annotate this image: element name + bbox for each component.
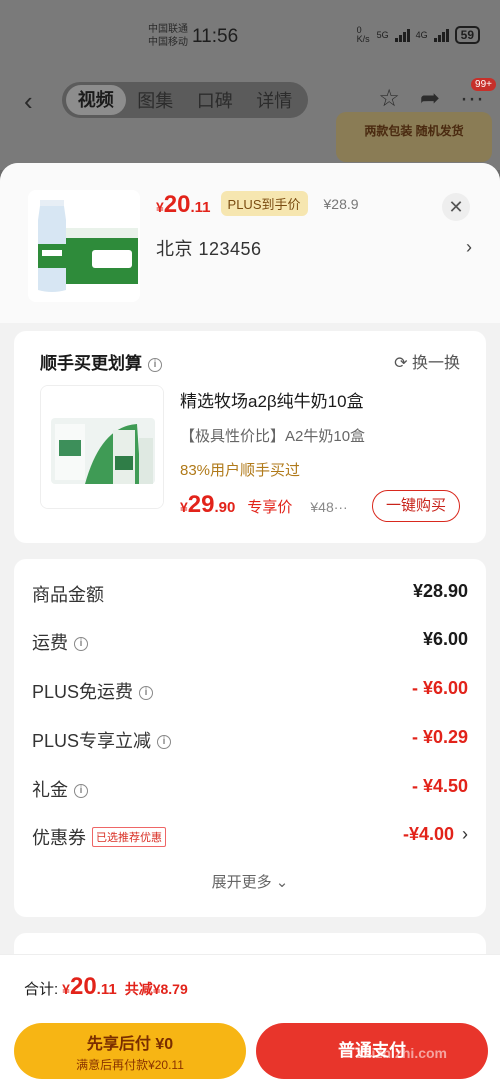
product-summary: ¥20.11 PLUS到手价 ¥28.9 北京 123456 › xyxy=(0,163,500,323)
signal-icon xyxy=(394,28,410,42)
watermark-logo: zhizhizhi.com xyxy=(356,1045,447,1061)
pay-later-button[interactable]: 先享后付 ¥0 满意后再付款¥20.11 xyxy=(14,1023,246,1079)
tab-reviews[interactable]: 口碑 xyxy=(185,87,245,113)
payment-bar: 合计: ¥20.11 共减¥8.79 先享后付 ¥0 满意后再付款¥20.11 … xyxy=(0,954,500,1083)
product-price: ¥20.11 xyxy=(156,191,211,218)
status-bar: 中国联通 中国移动 11:56 0 K/s 5G 4G 59 xyxy=(0,20,500,56)
bundle-price: ¥29.90 xyxy=(180,491,236,518)
net-type-2: 4G xyxy=(415,30,428,40)
net-type-1: 5G xyxy=(376,30,389,40)
one-click-buy-button[interactable]: 一键购买 xyxy=(372,490,460,522)
bundle-purchase-stat: 83%用户顺手买过 xyxy=(180,462,301,479)
pay-later-label: 先享后付 ¥0 xyxy=(86,1036,174,1053)
refresh-icon: ⟳ xyxy=(394,355,408,372)
chevron-down-icon: ⌄ xyxy=(275,874,289,891)
tab-video[interactable]: 视频 xyxy=(66,85,126,115)
clock: 11:56 xyxy=(192,26,239,47)
info-icon[interactable]: i xyxy=(148,357,162,372)
tab-details[interactable]: 详情 xyxy=(245,87,305,113)
row-goods-amount: 商品金额 ¥28.90 xyxy=(32,581,468,605)
row-shipping: 运费 i ¥6.00 xyxy=(32,629,468,653)
product-thumbnail xyxy=(28,190,140,302)
exclusive-price-label: 专享价 xyxy=(247,499,293,516)
bundle-product-name[interactable]: 精选牧场a2β纯牛奶10盒 xyxy=(180,387,364,412)
star-icon[interactable]: ☆ xyxy=(378,84,400,113)
bundle-original-price: ¥48··· xyxy=(310,499,348,515)
original-price: ¥28.9 xyxy=(323,196,359,212)
row-plus-free-shipping: PLUS免运费 i - ¥6.00 xyxy=(32,678,468,702)
chevron-right-icon[interactable]: › xyxy=(466,237,472,258)
share-icon[interactable]: ➦ xyxy=(420,84,440,113)
info-icon[interactable]: i xyxy=(74,784,88,799)
tab-gallery[interactable]: 图集 xyxy=(126,87,186,113)
product-price-row: ¥20.11 PLUS到手价 ¥28.9 xyxy=(156,191,359,219)
price-breakdown-card: 商品金额 ¥28.90 运费 i ¥6.00 PLUS免运费 i - ¥6.00 P… xyxy=(14,559,486,917)
order-sheet: ¥20.11 PLUS到手价 ¥28.9 北京 123456 › ✕ 顺手买更划… xyxy=(0,163,500,1083)
refresh-button[interactable]: ⟳ 换一换 xyxy=(394,349,460,373)
carrier-1: 中国联通 xyxy=(148,24,188,35)
net-speed: 0 K/s xyxy=(356,25,370,44)
info-icon[interactable]: i xyxy=(139,686,154,701)
close-icon: ✕ xyxy=(448,197,464,217)
carrier-labels: 中国联通 中国移动 xyxy=(148,23,188,49)
bundle-recommendation-card: 顺手买更划算 i ⟳ 换一换 精选牧场a2β纯牛奶10盒 【极具性价比】A2牛奶1… xyxy=(14,331,486,543)
carrier-2: 中国移动 xyxy=(148,37,188,48)
delivery-address[interactable]: 北京 123456 xyxy=(156,235,262,261)
background-page: 中国联通 中国移动 11:56 0 K/s 5G 4G 59 ‹ 视频 图集 口… xyxy=(0,0,500,170)
row-coupon[interactable]: 优惠券 已选推荐优惠 -¥4.00 › xyxy=(32,824,468,854)
row-plus-discount: PLUS专享立减 i - ¥0.29 xyxy=(32,727,468,751)
media-tabs: 视频 图集 口碑 详情 xyxy=(62,82,308,118)
bundle-product-image[interactable] xyxy=(40,385,164,509)
info-icon[interactable]: i xyxy=(157,735,172,750)
packaging-banner: 两款包装 随机发货 xyxy=(336,112,492,162)
coupon-tag: 已选推荐优惠 xyxy=(92,827,166,848)
row-gift-money: 礼金 i - ¥4.50 xyxy=(32,776,468,800)
info-icon[interactable]: i xyxy=(74,637,88,652)
plus-price-tag: PLUS到手价 xyxy=(220,191,308,216)
pay-later-sublabel: 满意后再付款¥20.11 xyxy=(76,1058,184,1072)
signal-icon-2 xyxy=(433,28,449,42)
close-button[interactable]: ✕ xyxy=(442,193,470,221)
total-row: 合计: ¥20.11 共减¥8.79 xyxy=(24,973,188,1001)
message-badge: 99+ xyxy=(471,78,496,91)
total-price: ¥20.11 xyxy=(62,973,117,1000)
nav-actions: ☆ ➦ ··· xyxy=(378,84,484,113)
chevron-right-icon: › xyxy=(462,824,468,844)
system-indicators: 0 K/s 5G 4G 59 xyxy=(357,26,480,44)
total-label: 合计: xyxy=(24,981,59,998)
back-arrow-icon[interactable]: ‹ xyxy=(24,86,33,117)
battery-icon: 59 xyxy=(454,26,480,44)
bundle-product-subtitle: 【极具性价比】A2牛奶10盒 xyxy=(180,428,366,445)
total-saved: 共减¥8.79 xyxy=(124,981,188,997)
bundle-title: 顺手买更划算 i xyxy=(40,349,162,374)
bundle-price-row: ¥29.90 专享价 ¥48··· xyxy=(180,491,348,519)
expand-more-button[interactable]: 展开更多 ⌄ xyxy=(14,871,486,892)
